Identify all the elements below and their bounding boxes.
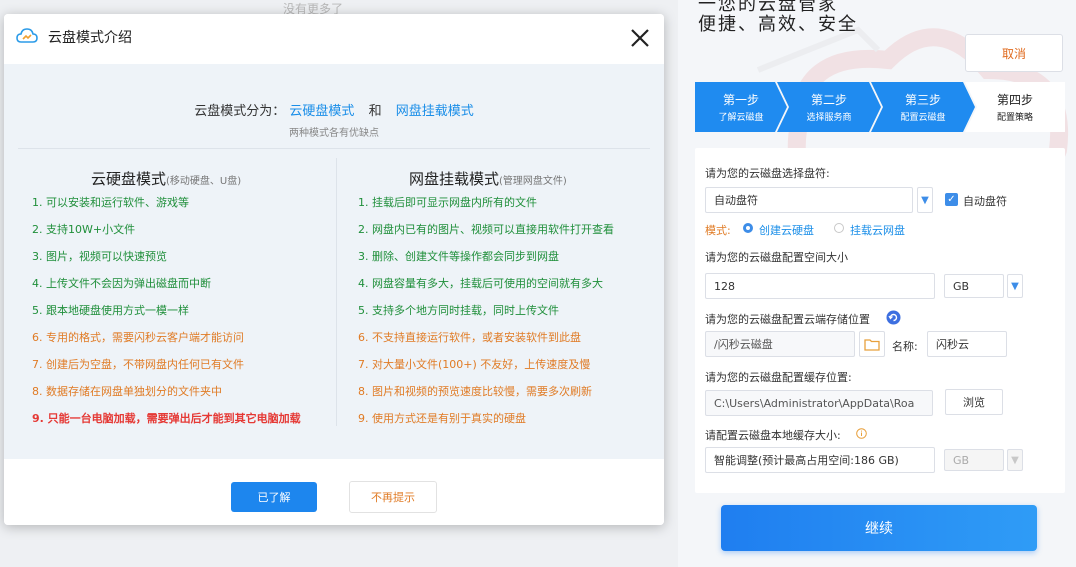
mode-label: 模式: [705, 224, 731, 237]
divider [18, 148, 650, 149]
list-item: 3. 图片，视频可以快速预览 [32, 250, 167, 263]
local-cache-unit-select[interactable]: GB [944, 449, 1004, 471]
list-item: 2. 网盘内已有的图片、视频可以直接用软件打开查看 [358, 223, 614, 236]
dialog-header: 云盘模式介绍 [4, 14, 664, 64]
cancel-button[interactable]: 取消 [965, 34, 1063, 72]
chevron-down-icon: ▼ [1011, 454, 1019, 466]
local-cache-unit-dropdown[interactable]: ▼ [1007, 449, 1023, 471]
drive-letter-label: 请为您的云磁盘选择盘符: [705, 167, 830, 180]
understood-button[interactable]: 已了解 [231, 482, 317, 512]
step-title: 第四步 [996, 93, 1033, 107]
intro-line: 云盘模式分为： 云硬盘模式 和 网盘挂载模式 [4, 100, 664, 119]
mode-radio-mount[interactable] [834, 223, 844, 233]
dont-show-again-button[interactable]: 不再提示 [349, 481, 437, 513]
list-item: 7. 对大量小文件(100+) 不友好，上传速度及慢 [358, 358, 591, 371]
list-item: 9. 只能一台电脑加载，需要弹出后才能到其它电脑加载 [32, 412, 301, 425]
list-item: 5. 跟本地硬盘使用方式一模一样 [32, 304, 189, 317]
cloud-disk-mode-title: 云硬盘模式(移动硬盘、U盘) [91, 168, 241, 189]
list-item: 5. 支持多个地方同时挂载，同时上传文件 [358, 304, 559, 317]
step-subtitle: 配置云磁盘 [900, 113, 946, 123]
auto-drive-label: 自动盘符 [963, 195, 1007, 208]
info-icon[interactable] [856, 428, 867, 439]
auto-drive-checkbox[interactable]: ✓ [945, 193, 958, 206]
wizard-steps: 第一步 了解云磁盘 第二步 选择服务商 第三步 配置云磁盘 第四步 配置策略 [695, 82, 1065, 132]
chevron-down-icon: ▼ [1011, 280, 1019, 292]
list-item: 6. 不支持直接运行软件，或者安装软件到此盘 [358, 331, 581, 344]
step-subtitle: 选择服务商 [806, 113, 852, 123]
folder-icon [864, 338, 880, 351]
mount-mode-title: 网盘挂载模式(管理网盘文件) [409, 168, 567, 189]
list-item: 2. 支持10W+小文件 [32, 223, 136, 236]
intro-subtitle: 两种模式各有优缺点 [289, 128, 379, 139]
step-title: 第二步 [810, 93, 847, 107]
list-item: 8. 图片和视频的预览速度比较慢，需要多次刷新 [358, 385, 592, 398]
column-divider [336, 158, 337, 426]
location-label: 请为您的云磁盘配置云端存储位置 [705, 313, 870, 326]
column-subtitle: (管理网盘文件) [499, 176, 567, 187]
step-subtitle: 配置策略 [996, 113, 1033, 123]
step-4: 第四步 配置策略 [965, 82, 1065, 132]
intro-mode-cloud-disk: 云硬盘模式 [289, 104, 355, 119]
chevron-down-icon: ▼ [921, 194, 929, 206]
step-3: 第三步 配置云磁盘 [871, 82, 975, 132]
list-item: 6. 专用的格式，需要闪秒云客户端才能访问 [32, 331, 244, 344]
check-icon: ✓ [947, 194, 956, 205]
list-item: 9. 使用方式还是有别于真实的硬盘 [358, 412, 526, 425]
intro-and: 和 [368, 104, 382, 119]
mode-radio-cloud-disk[interactable] [743, 223, 753, 233]
drive-letter-dropdown[interactable]: ▼ [917, 187, 933, 213]
step-1: 第一步 了解云磁盘 [695, 82, 787, 132]
folder-button[interactable] [859, 331, 885, 357]
name-input[interactable]: 闪秒云 [927, 331, 1007, 357]
intro-mode-mount: 网盘挂载模式 [395, 104, 474, 119]
cloud-mode-intro-dialog: 云盘模式介绍 云盘模式分为： 云硬盘模式 和 网盘挂载模式 两种模式各有优缺点 … [4, 14, 664, 525]
cloud-location-input[interactable]: /闪秒云磁盘 [705, 331, 855, 357]
wizard-panel: 一您的云盘管家 便捷、高效、安全 取消 第一步 了解云磁盘 第二步 选择服务商 … [678, 0, 1076, 567]
list-item: 1. 可以安装和运行软件、游戏等 [32, 196, 189, 209]
close-icon[interactable] [628, 26, 652, 50]
refresh-icon[interactable] [886, 310, 901, 325]
list-item: 4. 上传文件不会因为弹出磁盘而中断 [32, 277, 211, 290]
dialog-body: 云盘模式分为： 云硬盘模式 和 网盘挂载模式 两种模式各有优缺点 云硬盘模式(移… [4, 64, 664, 459]
step-2: 第二步 选择服务商 [777, 82, 881, 132]
list-item: 7. 创建后为空盘，不带网盘内任何已有文件 [32, 358, 244, 371]
column-title-text: 网盘挂载模式 [409, 170, 500, 188]
mode-option-mount[interactable]: 挂载云网盘 [850, 222, 905, 238]
local-cache-label: 请配置云磁盘本地缓存大小: [705, 429, 841, 442]
step-subtitle: 了解云磁盘 [718, 113, 764, 123]
mode-option-cloud-disk[interactable]: 创建云硬盘 [759, 222, 814, 238]
continue-button[interactable]: 继续 [721, 505, 1037, 551]
list-item: 8. 数据存储在网盘单独划分的文件夹中 [32, 385, 222, 398]
intro-prefix: 云盘模式分为： [194, 104, 286, 119]
disk-config-form: 请为您的云磁盘选择盘符: 自动盘符 ▼ ✓ 自动盘符 模式: 创建云硬盘 挂载云… [695, 148, 1065, 493]
size-input[interactable]: 128 [705, 273, 935, 299]
dialog-footer: 已了解 不再提示 [4, 459, 664, 525]
cache-location-label: 请为您的云磁盘配置缓存位置: [705, 371, 852, 384]
dialog-title: 云盘模式介绍 [48, 30, 132, 46]
list-item: 1. 挂载后即可显示网盘内所有的文件 [358, 196, 537, 209]
list-item: 4. 网盘容量有多大，挂载后可使用的空间就有多大 [358, 277, 603, 290]
name-label: 名称: [892, 340, 918, 353]
cache-path-input[interactable]: C:\Users\Administrator\AppData\Roa [705, 390, 933, 416]
column-subtitle: (移动硬盘、U盘) [166, 176, 242, 187]
step-title: 第三步 [904, 93, 941, 107]
size-unit-dropdown[interactable]: ▼ [1007, 274, 1023, 298]
browse-button[interactable]: 浏览 [945, 389, 1003, 415]
size-unit-select[interactable]: GB [944, 274, 1004, 298]
list-item: 3. 删除、创建文件等操作都会同步到网盘 [358, 250, 559, 263]
local-cache-size-input[interactable]: 智能调整(预计最高占用空间:186 GB) [705, 447, 935, 473]
cloud-logo-icon [16, 28, 38, 43]
step-title: 第一步 [722, 93, 759, 107]
column-title-text: 云硬盘模式 [91, 170, 167, 188]
drive-letter-select[interactable]: 自动盘符 [705, 187, 913, 213]
size-label: 请为您的云磁盘配置空间大小 [705, 251, 848, 264]
wizard-slogan: 便捷、高效、安全 [698, 14, 858, 35]
